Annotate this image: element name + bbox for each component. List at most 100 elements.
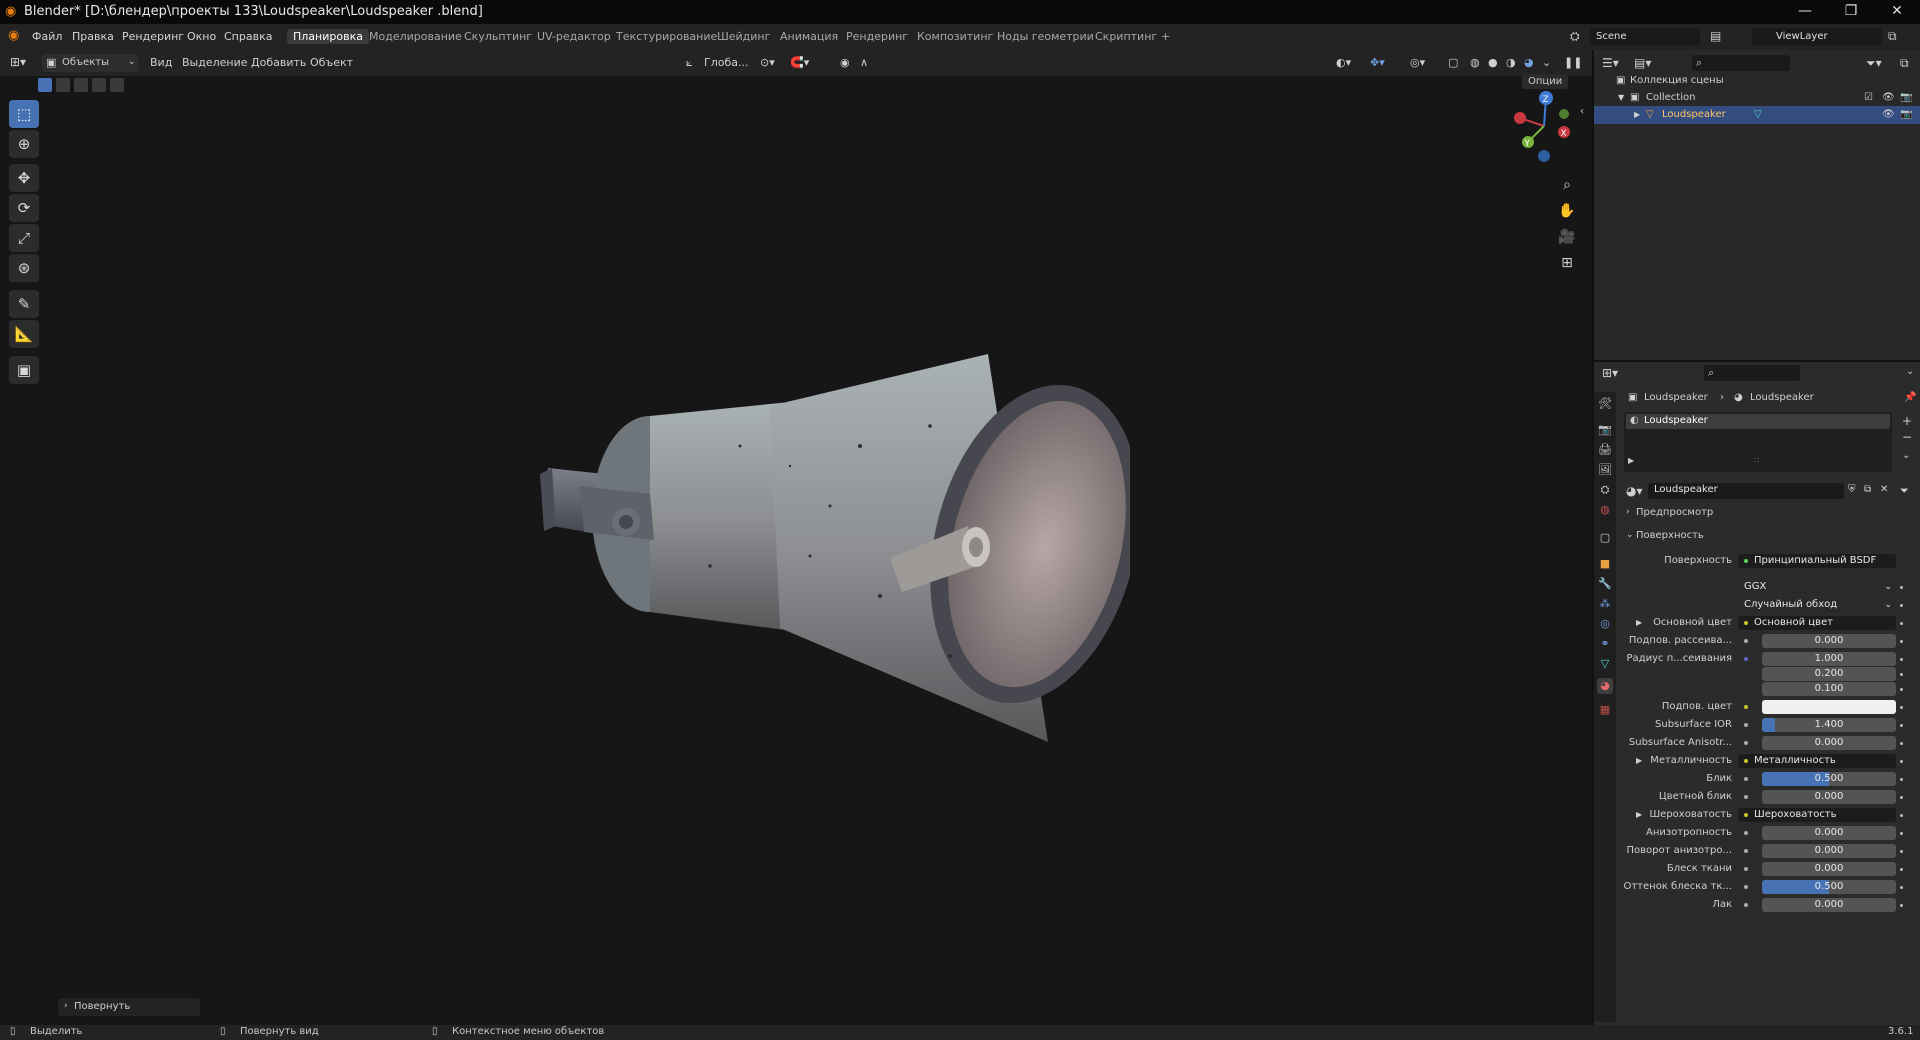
menu-render[interactable]: Рендеринг (122, 30, 184, 43)
outliner-editor-icon[interactable]: ☰▾ (1602, 56, 1619, 70)
tab-animation[interactable]: Анимация (774, 29, 844, 44)
zoom-icon[interactable]: ⌕ (1556, 174, 1578, 196)
keyframe-dot[interactable] (1900, 706, 1903, 709)
menu-help[interactable]: Справка (224, 30, 272, 43)
scene-tab-icon[interactable]: ⛭ (1597, 482, 1613, 498)
display-mode-icon[interactable]: ▤▾ (1634, 56, 1651, 70)
cursor-tool-icon[interactable]: ⊕ (9, 130, 39, 158)
input-socket-icon[interactable] (1744, 723, 1748, 727)
options-dropdown[interactable]: Опции (1522, 74, 1569, 89)
input-socket-icon[interactable] (1744, 849, 1748, 853)
view-layer-icon[interactable]: ▤ (1710, 29, 1721, 43)
outliner-search-input[interactable]: ⌕ (1692, 55, 1790, 71)
gizmo-neg-y-axis[interactable] (1559, 109, 1569, 119)
blender-menu-icon[interactable]: ◉ (8, 28, 19, 43)
material-name-field[interactable]: Loudspeaker (1648, 483, 1844, 499)
tab-modeling[interactable]: Моделирование (363, 29, 468, 44)
keyframe-dot[interactable] (1900, 724, 1903, 727)
modifiers-tab-icon[interactable]: 🔧 (1597, 576, 1613, 592)
keyframe-dot[interactable] (1900, 850, 1903, 853)
pause-render-icon[interactable]: ❚❚ (1564, 56, 1582, 69)
properties-search-input[interactable]: ⌕ (1704, 365, 1800, 381)
data-tab-icon[interactable]: ▽ (1597, 656, 1613, 672)
input-socket-icon[interactable] (1744, 831, 1748, 835)
move-tool-icon[interactable]: ✥ (9, 164, 39, 192)
input-socket-icon[interactable] (1744, 741, 1748, 745)
tool-tab-icon[interactable]: 🛠 (1597, 396, 1613, 412)
numeric-field[interactable]: 0.000 (1762, 790, 1896, 804)
material-slot-item[interactable]: ◐ Loudspeaker (1626, 414, 1890, 429)
tab-layout[interactable]: Планировка (287, 29, 369, 44)
select-new-icon[interactable] (38, 78, 52, 92)
scale-tool-icon[interactable]: ⤢ (9, 224, 39, 252)
gizmo-neg-z-axis[interactable] (1538, 150, 1550, 162)
last-operator-panel[interactable]: › Повернуть (58, 998, 200, 1016)
expand-arrow-icon[interactable]: ▶ (1636, 618, 1642, 627)
pin-icon[interactable]: 📌 (1904, 392, 1916, 403)
add-workspace-button[interactable]: + (1155, 29, 1176, 44)
physics-tab-icon[interactable]: ◎ (1597, 616, 1613, 632)
output-tab-icon[interactable]: 🖨 (1597, 442, 1613, 458)
numeric-field[interactable]: 0.200 (1762, 667, 1896, 681)
resize-handle-icon[interactable]: ∷ (1754, 456, 1759, 465)
distribution-dropdown[interactable]: GGX ⌄ (1738, 580, 1896, 594)
keyframe-dot[interactable] (1900, 688, 1903, 691)
linked-input-field[interactable]: Основной цвет (1738, 616, 1896, 630)
view-layer-field[interactable]: ViewLayer (1752, 28, 1882, 46)
select-extend-icon[interactable] (56, 78, 70, 92)
expand-arrow-icon[interactable]: ▶ (1636, 756, 1642, 765)
outliner-row-loudspeaker[interactable]: ▶ ▽ Loudspeaker ▽ 👁 📷 (1594, 106, 1920, 124)
keyframe-dot[interactable] (1900, 832, 1903, 835)
camera-view-icon[interactable]: 🎥 (1556, 226, 1578, 248)
outliner-row-scene-collection[interactable]: ▣ Коллекция сцены (1594, 72, 1920, 90)
menu-window[interactable]: Окно (187, 30, 216, 43)
minimize-button[interactable]: — (1782, 0, 1828, 24)
select-invert-icon[interactable] (92, 78, 106, 92)
mode-selector[interactable]: ▣ Объекты ⌄ (42, 54, 138, 72)
shading-options-icon[interactable]: ⌄ (1542, 56, 1551, 69)
input-socket-icon[interactable] (1744, 639, 1748, 643)
keyframe-dot[interactable] (1900, 886, 1903, 889)
visibility-icon[interactable]: ◐▾ (1336, 56, 1351, 69)
transform-orientation-icon[interactable]: ⟀ (686, 56, 693, 70)
world-tab-icon[interactable]: ◍ (1597, 502, 1613, 518)
view-layer-tab-icon[interactable]: 🖼 (1597, 462, 1613, 478)
tab-uv-editing[interactable]: UV-редактор (531, 29, 617, 44)
keyframe-dot[interactable] (1900, 640, 1903, 643)
constraints-tab-icon[interactable]: ⚭ (1597, 636, 1613, 652)
expand-arrow-icon[interactable]: ▶ (1628, 456, 1634, 465)
tab-compositing[interactable]: Композитинг (911, 29, 999, 44)
slot-specials-icon[interactable]: ⌄ (1902, 450, 1910, 461)
xray-icon[interactable]: ▢ (1448, 56, 1458, 69)
collection-tab-icon[interactable]: ▢ (1597, 530, 1613, 546)
loudspeaker-model[interactable] (530, 326, 1130, 826)
expand-arrow-icon[interactable]: ▼ (1618, 89, 1624, 107)
input-socket-icon[interactable] (1744, 867, 1748, 871)
fake-user-shield-icon[interactable]: ⛨ (1848, 484, 1856, 495)
numeric-field[interactable]: 0.500 (1762, 880, 1896, 894)
numeric-field[interactable]: 0.500 (1762, 772, 1896, 786)
panel-preview-header[interactable]: › Предпросмотр (1620, 504, 1918, 522)
annotate-tool-icon[interactable]: ✎ (9, 290, 39, 318)
maximize-button[interactable]: ❐ (1828, 0, 1874, 24)
add-slot-button[interactable]: + (1902, 414, 1912, 428)
tab-texture-paint[interactable]: Текстурирование (610, 29, 723, 44)
numeric-field[interactable]: 0.000 (1762, 898, 1896, 912)
tab-sculpting[interactable]: Скульптинг (458, 29, 538, 44)
keyframe-dot[interactable] (1900, 622, 1903, 625)
numeric-field[interactable]: 0.000 (1762, 844, 1896, 858)
proportional-edit-icon[interactable]: ◉ (840, 56, 850, 69)
3d-viewport[interactable]: Опции ⬚ ⊕ ✥ ⟳ ⤢ ⊛ ✎ 📐 ▣ Z Y X ⌕ ✋ 🎥 ⊞ ‹ … (0, 74, 1592, 1025)
render-tab-icon[interactable]: 📷 (1597, 422, 1613, 438)
falloff-icon[interactable]: ∧ (860, 56, 868, 69)
menu-edit[interactable]: Правка (72, 30, 114, 43)
new-view-layer-icon[interactable]: ⧉ (1888, 29, 1897, 44)
input-socket-icon[interactable] (1744, 885, 1748, 889)
numeric-field[interactable]: 0.000 (1762, 736, 1896, 750)
keyframe-dot[interactable] (1900, 673, 1903, 676)
mesh-data-icon[interactable]: ▽ (1754, 106, 1762, 124)
outliner-row-collection[interactable]: ▼ ▣ Collection ☑ 👁 📷 (1594, 89, 1920, 107)
select-subtract-icon[interactable] (74, 78, 88, 92)
material-tab-icon[interactable]: ◕ (1597, 678, 1613, 694)
visibility-eye-icon[interactable]: 👁 (1882, 89, 1895, 107)
